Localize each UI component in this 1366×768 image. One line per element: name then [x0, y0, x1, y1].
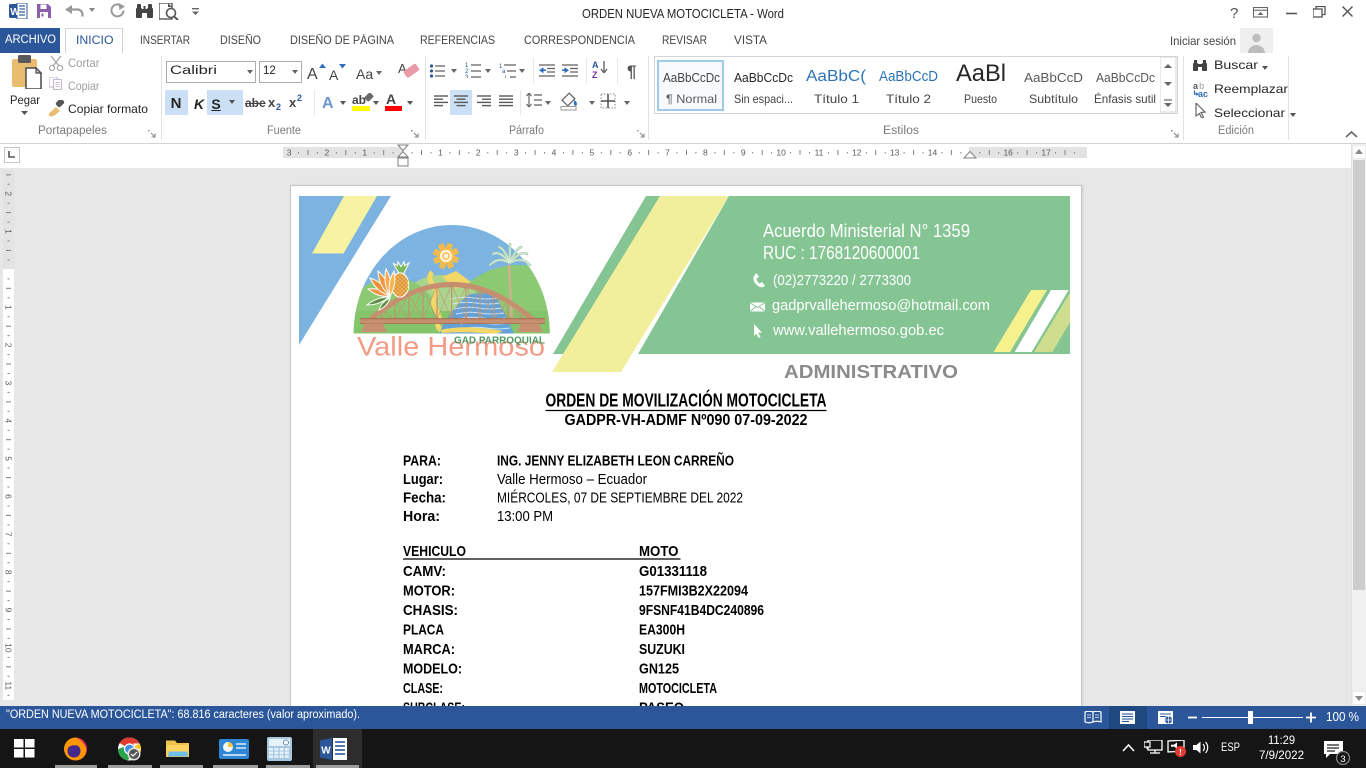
svg-text:ADMINISTRATIVO: ADMINISTRATIVO — [784, 361, 958, 382]
svg-text:GAD PARROQUIAL: GAD PARROQUIAL — [454, 335, 546, 347]
svg-text:3: 3 — [465, 75, 469, 78]
svg-text:3: 3 — [514, 148, 519, 158]
svg-text:2: 2 — [325, 148, 330, 158]
svg-text:PLACA: PLACA — [403, 622, 444, 639]
svg-text:14: 14 — [928, 148, 938, 158]
svg-text:7: 7 — [665, 148, 670, 158]
svg-text:13:00 PM: 13:00 PM — [497, 508, 553, 525]
svg-text:157FMI3B2X22094: 157FMI3B2X22094 — [639, 583, 749, 600]
svg-text:5: 5 — [590, 148, 595, 158]
svg-text:i: i — [505, 75, 506, 78]
svg-text:Hora:: Hora: — [403, 508, 440, 525]
svg-text:12: 12 — [852, 148, 862, 158]
svg-text:9: 9 — [4, 608, 14, 613]
svg-text:Fecha:: Fecha: — [403, 490, 446, 507]
svg-text:gadprvallehermoso@hotmail.com: gadprvallehermoso@hotmail.com — [772, 297, 990, 314]
svg-text:3: 3 — [287, 148, 292, 158]
svg-text:(02)2773220 / 2773300: (02)2773220 / 2773300 — [773, 272, 911, 289]
svg-text:16: 16 — [1003, 148, 1013, 158]
svg-text:10: 10 — [776, 148, 786, 158]
svg-text:4: 4 — [552, 148, 557, 158]
svg-text:W: W — [321, 746, 331, 757]
svg-text:W: W — [10, 7, 20, 18]
svg-text:Lugar:: Lugar: — [403, 471, 443, 488]
svg-text:RUC : 1768120600001: RUC : 1768120600001 — [763, 243, 920, 263]
svg-text:CLASE:: CLASE: — [403, 680, 443, 697]
svg-text:2: 2 — [4, 191, 14, 196]
svg-text:GADPR-VH-ADMF Nº090 07-09-2022: GADPR-VH-ADMF Nº090 07-09-2022 — [565, 412, 808, 429]
svg-text:2: 2 — [476, 148, 481, 158]
svg-text:CHASIS:: CHASIS: — [403, 602, 458, 619]
svg-text:11: 11 — [4, 681, 14, 690]
svg-text:MODELO:: MODELO: — [403, 661, 462, 678]
svg-text:8: 8 — [703, 148, 708, 158]
svg-text:SUZUKI: SUZUKI — [639, 641, 685, 658]
svg-text:MOTOCICLETA: MOTOCICLETA — [639, 680, 717, 697]
svg-text:17: 17 — [1041, 148, 1051, 158]
svg-text:1: 1 — [4, 229, 14, 234]
svg-text:VEHICULO: VEHICULO — [403, 543, 466, 560]
svg-text:10: 10 — [4, 643, 14, 653]
svg-text:6: 6 — [627, 148, 632, 158]
svg-text:GN125: GN125 — [639, 661, 679, 678]
svg-text:MOTO: MOTO — [639, 543, 679, 560]
svg-text:!: ! — [1179, 748, 1182, 757]
svg-text:8: 8 — [4, 570, 14, 575]
svg-text:Z: Z — [592, 70, 598, 78]
svg-text:4: 4 — [4, 418, 14, 423]
svg-text:MIÉRCOLES, 07 DE SEPTIEMBRE DE: MIÉRCOLES, 07 DE SEPTIEMBRE DEL 2022 — [497, 490, 743, 507]
svg-text:MOTOR:: MOTOR: — [403, 583, 455, 600]
svg-text:1: 1 — [438, 148, 443, 158]
svg-text:www.vallehermoso.gob.ec: www.vallehermoso.gob.ec — [772, 322, 944, 339]
svg-text:13: 13 — [890, 148, 900, 158]
svg-text:A: A — [592, 60, 599, 70]
svg-text:6: 6 — [4, 494, 14, 499]
svg-text:PARA:: PARA: — [403, 453, 441, 470]
svg-text:EA300H: EA300H — [639, 622, 685, 639]
svg-text:9FSNF41B4DC240896: 9FSNF41B4DC240896 — [639, 602, 764, 619]
svg-text:Valle Hermoso – Ecuador: Valle Hermoso – Ecuador — [497, 471, 647, 488]
svg-text:9: 9 — [741, 148, 746, 158]
svg-text:1: 1 — [4, 305, 14, 310]
svg-text:11: 11 — [815, 148, 824, 158]
svg-text:CAMV:: CAMV: — [403, 563, 446, 580]
svg-text:ac: ac — [1198, 89, 1208, 97]
svg-text:2: 2 — [4, 343, 14, 348]
svg-text:Acuerdo Ministerial N° 1359: Acuerdo Ministerial N° 1359 — [763, 221, 970, 241]
svg-text:7: 7 — [4, 532, 14, 537]
svg-text:1: 1 — [362, 148, 367, 158]
svg-text:MARCA:: MARCA: — [403, 641, 455, 658]
svg-text:G01331118: G01331118 — [639, 563, 707, 580]
svg-text:3: 3 — [1340, 754, 1345, 765]
svg-text:3: 3 — [4, 381, 14, 386]
svg-text:5: 5 — [4, 456, 14, 461]
svg-text:ING. JENNY ELIZABETH LEON CAR: ING. JENNY ELIZABETH LEON CARREÑO — [497, 452, 734, 470]
svg-text:ORDEN DE MOVILIZACIÓN MOTOCICL: ORDEN DE MOVILIZACIÓN MOTOCICLETA — [546, 389, 827, 410]
